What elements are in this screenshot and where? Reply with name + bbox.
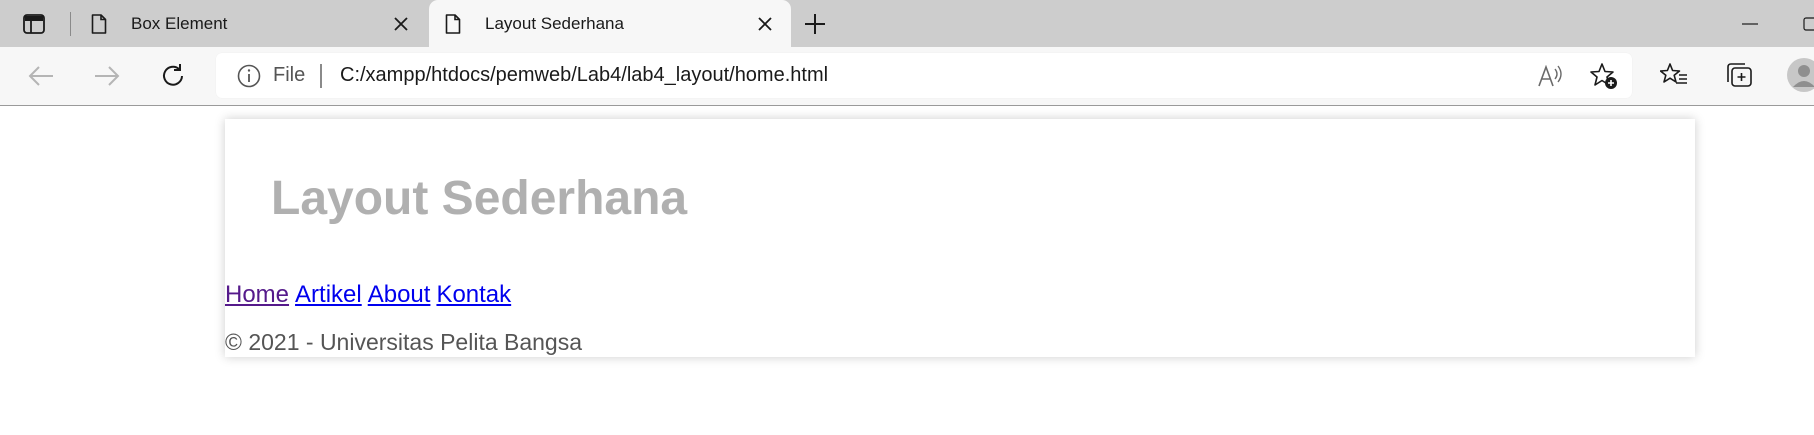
forward-button[interactable] [89, 58, 125, 94]
page-viewport: Layout Sederhana Home Artikel About Kontak … [0, 106, 1814, 435]
tab-box-element[interactable]: Box Element [75, 0, 427, 47]
address-scheme: File [273, 64, 306, 86]
browser-toolbar: File C:/xampp/htdocs/pemweb/Lab4/lab4_la… [0, 47, 1814, 106]
tab-strip: Box Element Layout Sederhana [0, 0, 1814, 47]
profile-avatar-icon[interactable] [1786, 57, 1814, 93]
tab-layout-sederhana[interactable]: Layout Sederhana [429, 0, 791, 47]
favorites-icon[interactable] [1656, 57, 1692, 93]
address-url[interactable]: C:/xampp/htdocs/pemweb/Lab4/lab4_layout/… [340, 64, 828, 87]
page-icon [443, 13, 463, 35]
address-divider [320, 64, 322, 88]
tab-title: Box Element [131, 13, 228, 33]
collections-icon[interactable] [1721, 57, 1757, 93]
page-icon [89, 13, 109, 35]
arrow-right-icon [95, 66, 120, 86]
read-aloud-icon[interactable] [1536, 62, 1566, 90]
page-title: Layout Sederhana [271, 172, 688, 225]
address-bar[interactable]: File C:/xampp/htdocs/pemweb/Lab4/lab4_la… [216, 53, 1632, 98]
nav-link-about[interactable]: About [368, 281, 431, 308]
page-nav: Home Artikel About Kontak [225, 283, 517, 307]
tab-title: Layout Sederhana [485, 13, 624, 33]
maximize-button[interactable] [1801, 14, 1814, 34]
refresh-button[interactable] [155, 58, 191, 94]
nav-link-artikel[interactable]: Artikel [295, 281, 362, 308]
minimize-button[interactable] [1735, 14, 1765, 34]
close-icon[interactable] [753, 12, 777, 36]
arrow-left-icon [28, 66, 53, 86]
new-tab-button[interactable] [800, 10, 830, 38]
close-icon[interactable] [389, 12, 413, 36]
back-button[interactable] [23, 58, 59, 94]
info-icon[interactable] [236, 63, 262, 89]
refresh-icon [163, 64, 183, 86]
nav-link-home[interactable]: Home [225, 281, 289, 308]
page-footer: © 2021 - Universitas Pelita Bangsa [225, 329, 583, 355]
nav-link-kontak[interactable]: Kontak [436, 281, 511, 308]
plus-icon [805, 14, 825, 34]
tab-separator [70, 12, 71, 36]
page-container: Layout Sederhana Home Artikel About Kontak … [225, 119, 1695, 357]
tab-actions-icon[interactable] [17, 11, 51, 37]
add-favorite-icon[interactable] [1589, 62, 1619, 90]
